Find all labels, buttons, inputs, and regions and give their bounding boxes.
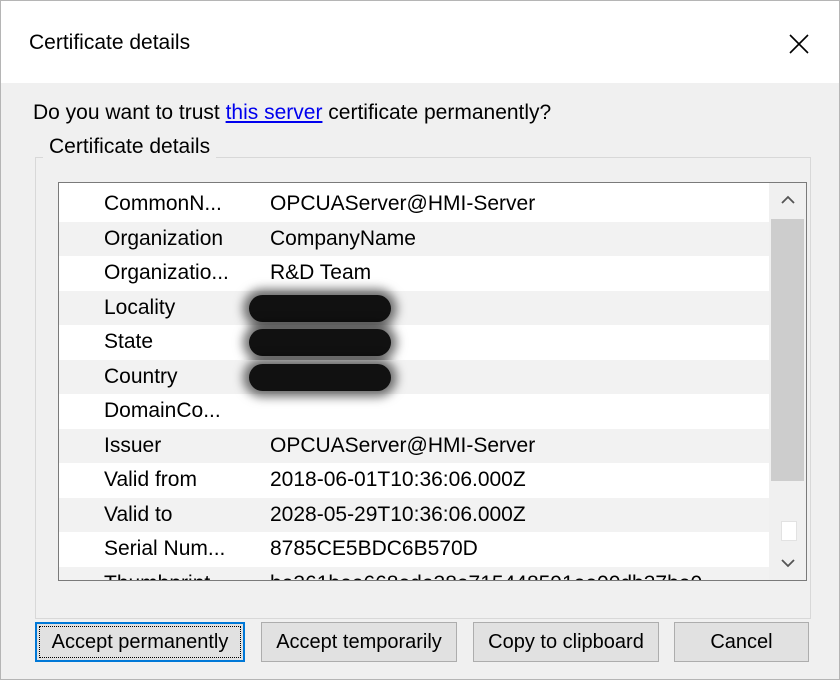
redaction-blur	[249, 363, 391, 391]
trust-question: Do you want to trust this server certifi…	[33, 101, 551, 125]
redaction-blur	[249, 294, 391, 322]
chevron-down-icon	[780, 559, 795, 568]
accept-permanently-button[interactable]: Accept permanently	[35, 622, 245, 662]
field-name: Valid to	[104, 502, 173, 526]
field-row[interactable]: LocalityVerona	[59, 290, 769, 325]
scroll-thumb[interactable]	[771, 219, 804, 481]
title-bar: Certificate details	[1, 1, 839, 83]
field-value: 2018-06-01T10:36:06.000Z	[270, 468, 526, 491]
field-name: State	[104, 330, 154, 353]
field-name: Organization	[104, 226, 224, 250]
field-value: CompanyName	[270, 226, 416, 250]
field-row[interactable]: Organizatio... R&D Team	[59, 256, 769, 291]
cancel-label: Cancel	[710, 630, 773, 653]
certificate-dialog: Certificate details Do you want to trust…	[0, 0, 840, 680]
close-icon	[789, 34, 809, 54]
field-rows: CommonN... OPCUAServer@HMI-Server Organiza…	[59, 187, 769, 581]
copy-to-clipboard-label: Copy to clipboard	[488, 630, 644, 653]
field-row[interactable]: StateItaly	[59, 325, 769, 360]
field-name: Valid from	[104, 468, 197, 491]
field-name: DomainCo...	[104, 399, 221, 422]
field-row[interactable]: Thumbprint be361bee668ede38e715448591ee00…	[59, 566, 769, 581]
accept-temporarily-button[interactable]: Accept temporarily	[261, 622, 457, 662]
server-link[interactable]: this server	[226, 101, 323, 124]
field-name: Serial Num...	[104, 537, 226, 560]
field-row[interactable]: Country	[59, 359, 769, 394]
close-button[interactable]	[777, 27, 821, 61]
field-name: Locality	[104, 295, 176, 319]
question-text-start: Do you want to trust	[33, 101, 226, 124]
group-label: Certificate details	[43, 135, 217, 159]
field-value: 2028-05-29T10:36:06.000Z	[270, 502, 526, 526]
copy-to-clipboard-button[interactable]: Copy to clipboard	[473, 622, 659, 662]
redaction-blur	[249, 329, 391, 356]
field-value: be361bee668ede38e715448591ee00db37be0	[270, 567, 702, 581]
dialog-title: Certificate details	[29, 31, 191, 54]
cancel-button[interactable]: Cancel	[674, 622, 809, 662]
field-value: 8785CE5BDC6B570D	[270, 537, 478, 560]
field-row[interactable]: Organization CompanyName	[59, 221, 769, 256]
field-row[interactable]: Serial Num... 8785CE5BDC6B570D	[59, 532, 769, 567]
field-value: OPCUAServer@HMI-Server	[270, 192, 536, 215]
field-name: Country	[104, 364, 178, 388]
field-value: R&D Team	[270, 261, 372, 284]
field-name: Thumbprint	[104, 567, 210, 581]
field-row[interactable]: Issuer OPCUAServer@HMI-Server	[59, 428, 769, 463]
focus-rectangle	[39, 626, 241, 658]
scroll-up-button[interactable]	[769, 185, 806, 215]
field-row[interactable]: DomainCo...	[59, 394, 769, 429]
field-row[interactable]: Valid to 2028-05-29T10:36:06.000Z	[59, 497, 769, 532]
certificate-fields-list[interactable]: CommonN... OPCUAServer@HMI-Server Organiza…	[58, 182, 807, 581]
field-name: Organizatio...	[104, 261, 229, 284]
field-name: CommonN...	[104, 192, 222, 215]
field-row[interactable]: Valid from 2018-06-01T10:36:06.000Z	[59, 463, 769, 498]
scroll-down-button[interactable]	[769, 548, 806, 578]
field-name: Issuer	[104, 433, 162, 457]
accept-temporarily-label: Accept temporarily	[276, 630, 442, 653]
field-row[interactable]: CommonN... OPCUAServer@HMI-Server	[59, 187, 769, 222]
chevron-up-icon	[780, 195, 795, 204]
scroll-position-marker	[781, 521, 797, 541]
field-value: OPCUAServer@HMI-Server	[270, 433, 536, 457]
question-text-end: certificate permanently?	[322, 101, 552, 124]
